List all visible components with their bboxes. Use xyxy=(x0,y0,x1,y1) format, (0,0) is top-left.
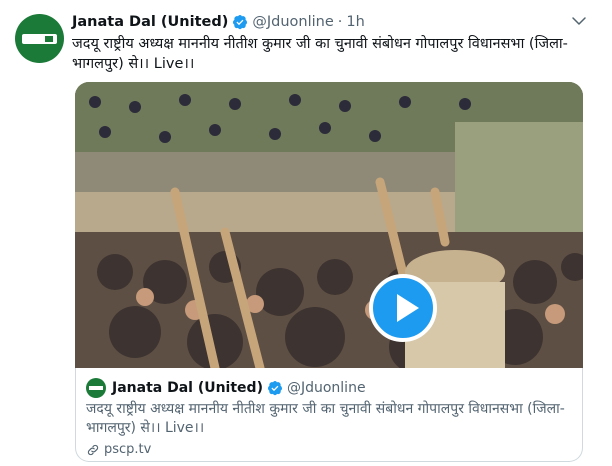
tweet-header: Janata Dal (United) @Jduonline · 1h xyxy=(72,12,365,32)
tweet[interactable]: Janata Dal (United) @Jduonline · 1h जदयू… xyxy=(0,0,612,466)
link-icon xyxy=(87,444,99,455)
verified-badge-icon xyxy=(233,15,248,30)
chevron-down-icon[interactable] xyxy=(570,12,588,30)
quoted-card[interactable]: Janata Dal (United) @Jduonline जदयू राष्… xyxy=(75,368,583,462)
card-author-name: Janata Dal (United) xyxy=(112,380,263,396)
verified-badge-icon xyxy=(267,381,282,396)
author-handle[interactable]: @Jduonline xyxy=(252,14,333,30)
card-header: Janata Dal (United) @Jduonline xyxy=(86,378,366,398)
card-link-text[interactable]: pscp.tv xyxy=(104,442,151,457)
card-text: जदयू राष्ट्रीय अध्यक्ष माननीय नीतीश कुमा… xyxy=(86,401,565,436)
separator-dot: · xyxy=(337,14,343,30)
author-name[interactable]: Janata Dal (United) xyxy=(72,14,228,30)
avatar[interactable] xyxy=(15,14,64,63)
timestamp[interactable]: 1h xyxy=(346,14,364,30)
card-avatar xyxy=(86,378,106,398)
card-link[interactable]: pscp.tv xyxy=(86,442,151,457)
play-icon xyxy=(397,294,419,322)
party-logo-arrow xyxy=(22,34,57,44)
play-button[interactable] xyxy=(369,274,437,342)
video-thumbnail[interactable] xyxy=(75,82,583,368)
tweet-text: जदयू राष्ट्रीय अध्यक्ष माननीय नीतीश कुमा… xyxy=(72,36,568,72)
card-author-handle: @Jduonline xyxy=(286,380,366,396)
video-scene xyxy=(75,82,583,368)
